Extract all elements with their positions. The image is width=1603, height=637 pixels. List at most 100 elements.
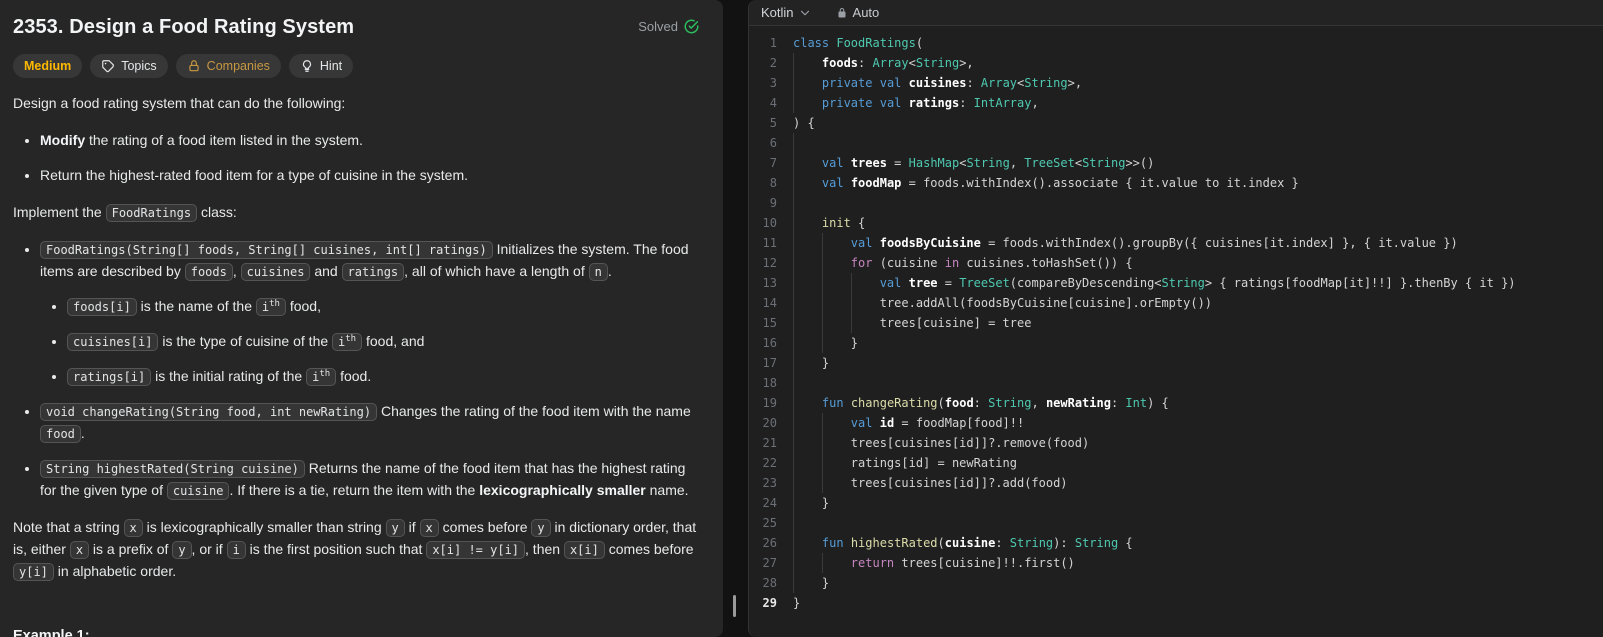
problem-panel: 2353. Design a Food Rating System Solved…	[0, 0, 723, 637]
indent-guide	[822, 553, 823, 573]
indent-guide	[793, 453, 794, 473]
code-line[interactable]: 23 trees[cuisines[id]]?.add(food)	[749, 473, 1603, 493]
code-line-text	[793, 133, 1603, 153]
code-line[interactable]: 17 }	[749, 353, 1603, 373]
description-paragraph: Note that a string x is lexicographicall…	[13, 517, 699, 583]
code-line-text: class FoodRatings(	[793, 33, 1603, 53]
code-line[interactable]: 20 val id = foodMap[food]!!	[749, 413, 1603, 433]
indent-guide	[793, 93, 794, 113]
inline-code: ith	[306, 368, 336, 386]
indent-guide	[822, 233, 823, 253]
code-line-text: }	[793, 493, 1603, 513]
line-number: 19	[749, 393, 793, 413]
line-number: 27	[749, 553, 793, 573]
inline-code: FoodRatings	[106, 204, 197, 222]
line-number: 23	[749, 473, 793, 493]
code-area[interactable]: 1class FoodRatings(2 foods: Array<String…	[749, 26, 1603, 637]
code-line[interactable]: 26 fun highestRated(cuisine: String): St…	[749, 533, 1603, 553]
code-line[interactable]: 18	[749, 373, 1603, 393]
code-line[interactable]: 7 val trees = HashMap<String, TreeSet<St…	[749, 153, 1603, 173]
indent-guide	[793, 73, 794, 93]
code-line-text: trees[cuisines[id]]?.remove(food)	[793, 433, 1603, 453]
inline-code: y	[172, 541, 191, 559]
code-line-text: ratings[id] = newRating	[793, 453, 1603, 473]
problem-header: 2353. Design a Food Rating System Solved	[13, 16, 699, 39]
inline-code: y	[531, 519, 550, 537]
code-line[interactable]: 15 trees[cuisine] = tree	[749, 313, 1603, 333]
list-item: void changeRating(String food, int newRa…	[40, 401, 699, 445]
language-selector[interactable]: Kotlin	[761, 5, 812, 20]
code-line[interactable]: 6	[749, 133, 1603, 153]
code-line[interactable]: 3 private val cuisines: Array<String>,	[749, 73, 1603, 93]
code-line[interactable]: 10 init {	[749, 213, 1603, 233]
code-line-text: }	[793, 353, 1603, 373]
companies-badge[interactable]: Companies	[176, 54, 281, 78]
tag-icon	[101, 59, 115, 73]
code-line[interactable]: 21 trees[cuisines[id]]?.remove(food)	[749, 433, 1603, 453]
indent-guide	[851, 293, 852, 313]
code-line[interactable]: 12 for (cuisine in cuisines.toHashSet())…	[749, 253, 1603, 273]
code-line[interactable]: 11 val foodsByCuisine = foods.withIndex(…	[749, 233, 1603, 253]
indent-guide	[793, 273, 794, 293]
badge-label: Companies	[207, 59, 270, 73]
indent-guide	[793, 573, 794, 593]
solved-label: Solved	[638, 19, 678, 34]
code-line[interactable]: 29}	[749, 593, 1603, 613]
indent-guide	[793, 493, 794, 513]
divider-grip[interactable]	[733, 595, 736, 617]
language-label: Kotlin	[761, 5, 794, 20]
inline-code: cuisines	[241, 263, 311, 281]
code-line-text: init {	[793, 213, 1603, 233]
indent-guide	[822, 473, 823, 493]
topics-badge[interactable]: Topics	[90, 54, 167, 78]
code-line[interactable]: 8 val foodMap = foods.withIndex().associ…	[749, 173, 1603, 193]
indent-guide	[793, 233, 794, 253]
code-line[interactable]: 24 }	[749, 493, 1603, 513]
code-line[interactable]: 13 val tree = TreeSet(compareByDescendin…	[749, 273, 1603, 293]
lock-icon	[187, 59, 201, 73]
code-line[interactable]: 14 tree.addAll(foodsByCuisine[cuisine].o…	[749, 293, 1603, 313]
hint-badge[interactable]: Hint	[289, 54, 353, 78]
line-number: 6	[749, 133, 793, 153]
badge-label: Topics	[121, 59, 156, 73]
code-line[interactable]: 28 }	[749, 573, 1603, 593]
line-number: 2	[749, 53, 793, 73]
difficulty-badge[interactable]: Medium	[13, 54, 82, 78]
code-line[interactable]: 1class FoodRatings(	[749, 33, 1603, 53]
inline-code: ith	[332, 333, 362, 351]
indent-guide	[793, 193, 794, 213]
chevron-down-icon	[798, 6, 812, 20]
line-number: 17	[749, 353, 793, 373]
indent-guide	[793, 473, 794, 493]
code-line[interactable]: 5) {	[749, 113, 1603, 133]
indent-guide	[793, 433, 794, 453]
inline-code: x[i]	[564, 541, 605, 559]
code-line-text: foods: Array<String>,	[793, 53, 1603, 73]
badge-label: Medium	[24, 59, 71, 73]
line-number: 11	[749, 233, 793, 253]
code-line[interactable]: 16 }	[749, 333, 1603, 353]
inline-code: x	[124, 519, 143, 537]
line-number: 3	[749, 73, 793, 93]
code-line[interactable]: 9	[749, 193, 1603, 213]
line-number: 7	[749, 153, 793, 173]
indent-guide	[793, 293, 794, 313]
code-line[interactable]: 27 return trees[cuisine]!!.first()	[749, 553, 1603, 573]
autosave-label: Auto	[853, 5, 880, 20]
line-number: 8	[749, 173, 793, 193]
line-number: 20	[749, 413, 793, 433]
inline-code: n	[589, 263, 608, 281]
inline-code: x	[420, 519, 439, 537]
code-line[interactable]: 4 private val ratings: IntArray,	[749, 93, 1603, 113]
code-line-text: }	[793, 333, 1603, 353]
code-line-text	[793, 373, 1603, 393]
code-line-text: for (cuisine in cuisines.toHashSet()) {	[793, 253, 1603, 273]
indent-guide	[793, 513, 794, 533]
line-number: 29	[749, 593, 793, 613]
code-line[interactable]: 25	[749, 513, 1603, 533]
code-line-text: private val cuisines: Array<String>,	[793, 73, 1603, 93]
code-line[interactable]: 22 ratings[id] = newRating	[749, 453, 1603, 473]
code-line[interactable]: 19 fun changeRating(food: String, newRat…	[749, 393, 1603, 413]
code-line[interactable]: 2 foods: Array<String>,	[749, 53, 1603, 73]
indent-guide	[793, 53, 794, 73]
